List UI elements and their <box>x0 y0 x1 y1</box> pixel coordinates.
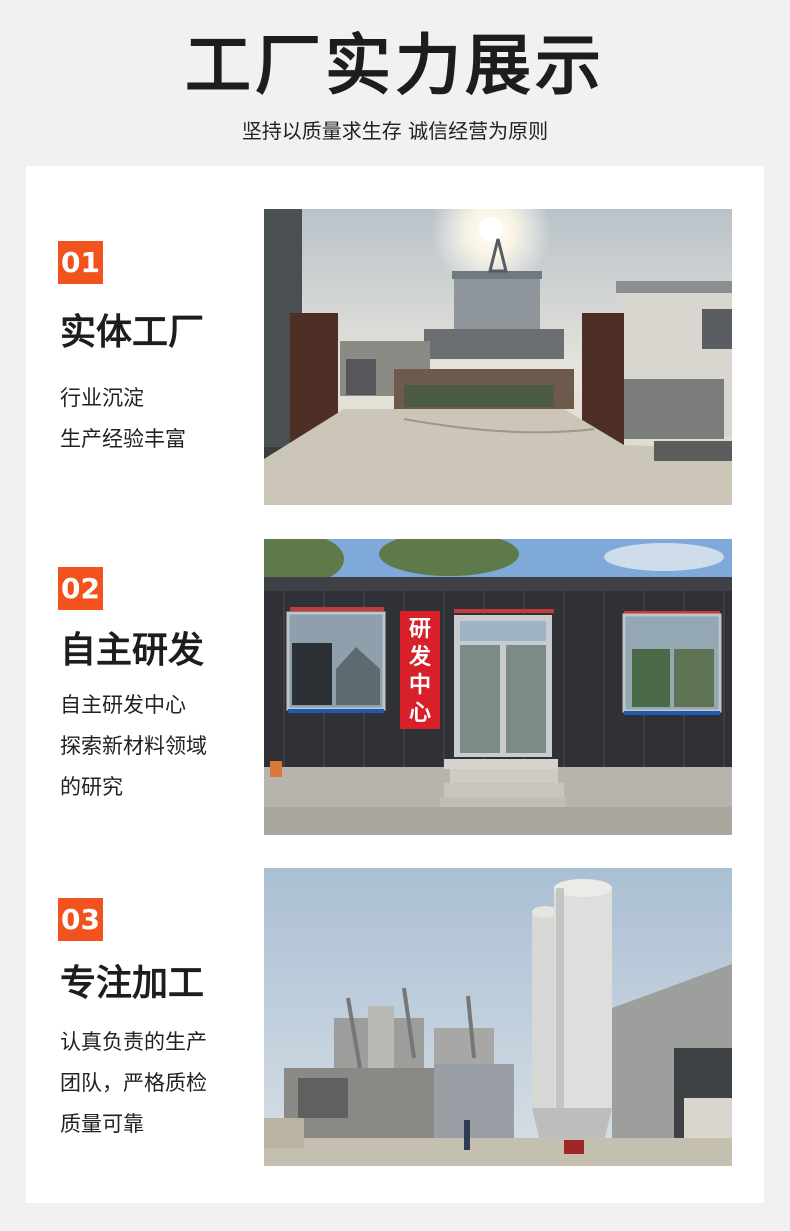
description-line: 团队，严格质检 <box>60 1071 207 1095</box>
sign-char: 中 <box>409 673 431 698</box>
sign-char: 研 <box>409 617 431 642</box>
section-processing: 03 专注加工 认真负责的生产 团队，严格质检 质量可靠 <box>26 868 764 1168</box>
description-line: 的研究 <box>60 775 123 799</box>
section-number-badge: 01 <box>58 241 103 284</box>
sign-char: 发 <box>408 644 432 670</box>
description-line: 行业沉淀 <box>60 386 144 410</box>
section-number-badge: 02 <box>58 567 103 610</box>
content-card: 01 实体工厂 行业沉淀 生产经验丰富 02 自主研发 自主研发中心 探索新材料… <box>26 166 764 1203</box>
description-line: 质量可靠 <box>60 1112 144 1136</box>
section-number-badge: 03 <box>58 898 103 941</box>
section-heading: 实体工厂 <box>60 312 205 353</box>
page-subtitle: 坚持以质量求生存 诚信经营为原则 <box>241 119 549 143</box>
description-line: 探索新材料领域 <box>60 734 207 758</box>
section-factory: 01 实体工厂 行业沉淀 生产经验丰富 <box>26 166 764 506</box>
section-description: 认真负责的生产 团队，严格质检 质量可靠 <box>60 1022 207 1145</box>
description-line: 自主研发中心 <box>60 693 186 717</box>
section-description: 自主研发中心 探索新材料领域 的研究 <box>60 685 207 808</box>
section-heading: 专注加工 <box>60 963 205 1004</box>
section-description: 行业沉淀 生产经验丰富 <box>60 378 186 460</box>
sign-char: 心 <box>409 701 431 726</box>
rd-center-photo: 研 发 中 心 <box>264 539 732 835</box>
section-heading: 自主研发 <box>60 630 205 671</box>
page-title: 工厂实力展示 <box>185 27 605 104</box>
section-rd: 02 自主研发 自主研发中心 探索新材料领域 的研究 研 发 中 心 <box>26 539 764 835</box>
description-line: 认真负责的生产 <box>60 1030 207 1054</box>
factory-gate-photo <box>264 209 732 505</box>
processing-silos-photo <box>264 868 732 1166</box>
description-line: 生产经验丰富 <box>60 427 186 451</box>
